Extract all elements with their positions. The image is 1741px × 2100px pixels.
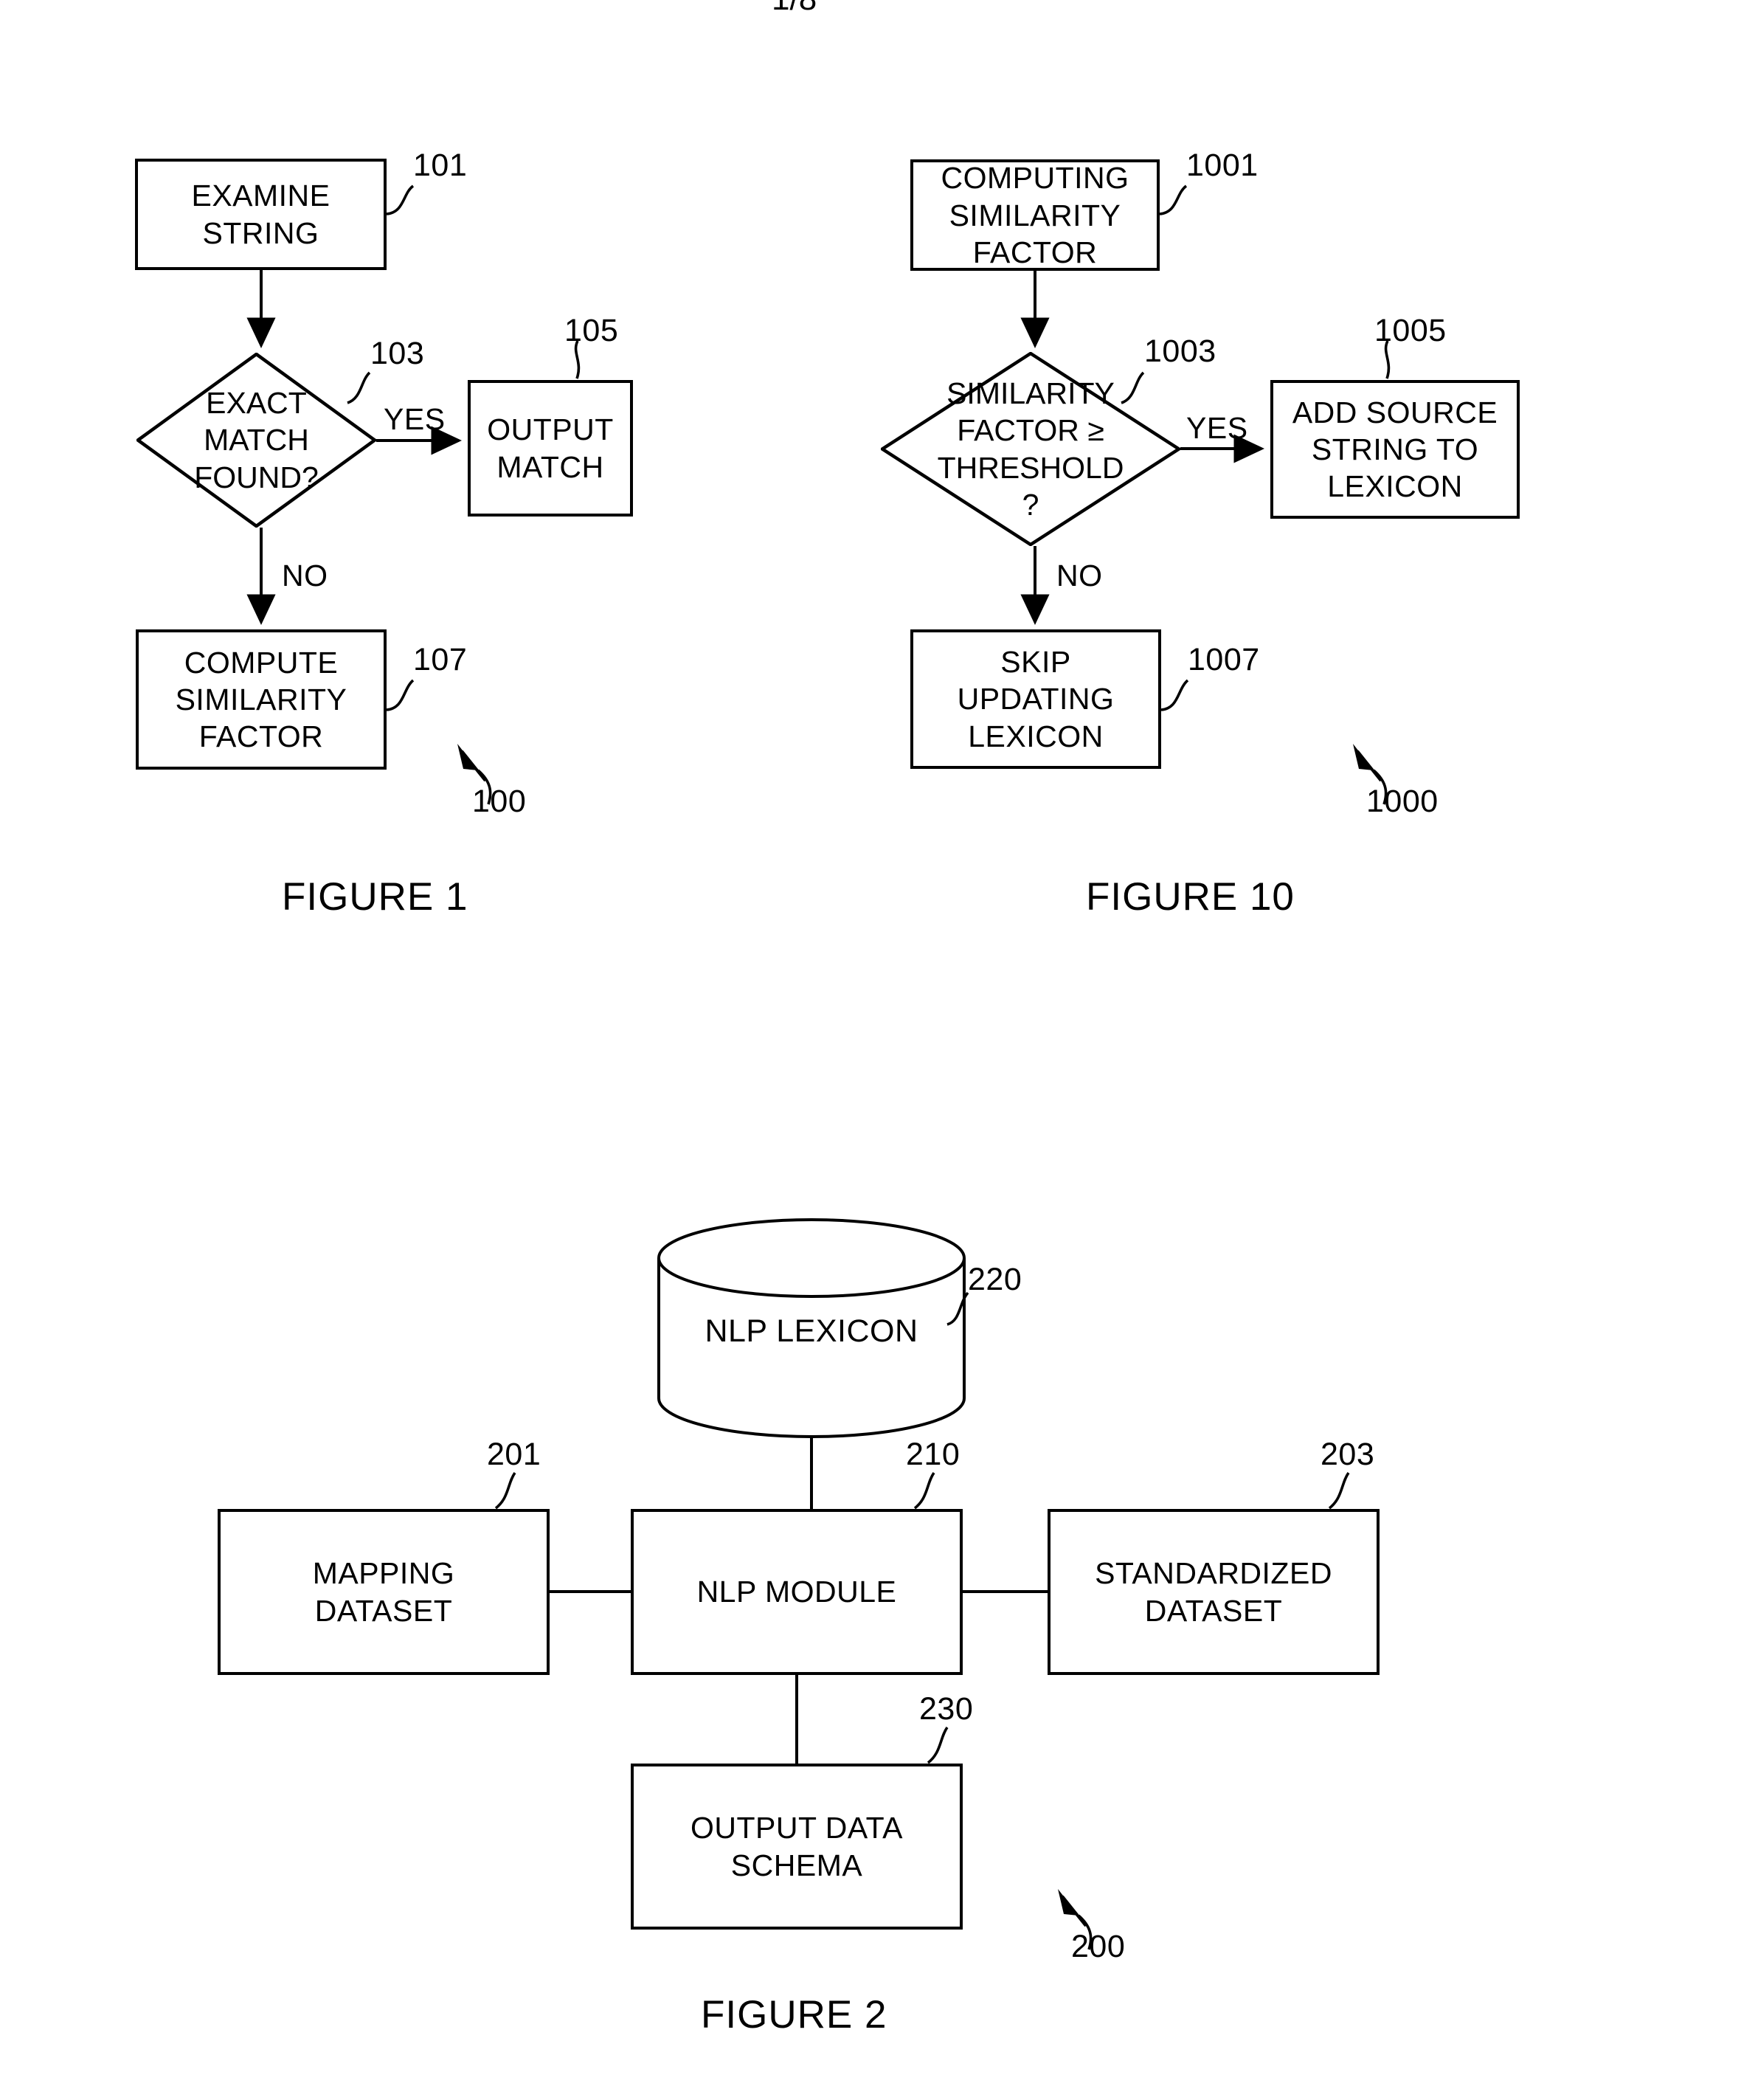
figure-caption-10: FIGURE 10 [1086,875,1295,919]
ref-numeral-203: 203 [1321,1437,1375,1472]
process-node-1001[interactable]: COMPUTING SIMILARITY FACTOR [910,159,1160,271]
node-label-103: EXACT MATCH FOUND? [194,386,319,494]
process-node-210[interactable]: NLP MODULE [631,1509,963,1675]
node-label-1007: SKIP UPDATING LEXICON [957,645,1115,753]
diagram-ref-200: 200 [1071,1929,1126,1964]
process-node-105[interactable]: OUTPUT MATCH [468,380,633,517]
ref-numeral-103: 103 [370,336,425,371]
ref-numeral-1005: 1005 [1374,313,1447,348]
figure-caption-2: FIGURE 2 [701,1993,887,2037]
process-node-201[interactable]: MAPPING DATASET [218,1509,550,1675]
ref-numeral-1007: 1007 [1188,642,1260,677]
process-node-1007[interactable]: SKIP UPDATING LEXICON [910,629,1161,769]
process-node-107[interactable]: COMPUTE SIMILARITY FACTOR [136,629,387,770]
ref-numeral-101: 101 [413,148,468,183]
ref-numeral-201: 201 [487,1437,541,1472]
node-label-230: OUTPUT DATA SCHEMA [690,1811,903,1882]
diagram-ref-100: 100 [472,784,527,819]
decision-node-1003[interactable]: SIMILARITY FACTOR ≥ THRESHOLD ? [879,351,1183,547]
process-node-101[interactable]: EXAMINE STRING [135,159,387,270]
node-label-101: EXAMINE STRING [191,179,330,250]
diagram-ref-1000: 1000 [1366,784,1439,819]
process-node-1005[interactable]: ADD SOURCE STRING TO LEXICON [1270,380,1520,519]
figure-caption-1: FIGURE 1 [282,875,468,919]
node-label-105: OUTPUT MATCH [487,412,614,484]
node-label-210: NLP MODULE [696,1575,897,1609]
node-label-1005: ADD SOURCE STRING TO LEXICON [1292,395,1498,503]
ref-numeral-1001: 1001 [1186,148,1259,183]
node-label-1003: SIMILARITY FACTOR ≥ THRESHOLD ? [937,376,1124,522]
ref-numeral-220: 220 [968,1262,1022,1297]
page-number-header: 1/8 [772,0,817,18]
edge-label-no-fig1: NO [282,559,328,593]
node-label-203: STANDARDIZED DATASET [1095,1556,1332,1628]
patent-drawing-sheet: 1/8 [0,0,1741,2100]
decision-node-103[interactable]: EXACT MATCH FOUND? [135,352,378,528]
node-label-201: MAPPING DATASET [312,1556,455,1628]
node-label-220: NLP LEXICON [705,1313,918,1349]
database-node-220[interactable]: NLP LEXICON [659,1217,964,1437]
edge-label-yes-fig10: YES [1186,411,1248,445]
ref-numeral-107: 107 [413,642,468,677]
edge-label-no-fig10: NO [1056,559,1103,593]
ref-numeral-1003: 1003 [1144,334,1216,369]
process-node-230[interactable]: OUTPUT DATA SCHEMA [631,1764,963,1930]
edge-label-yes-fig1: YES [384,402,446,436]
ref-numeral-230: 230 [919,1691,974,1727]
process-node-203[interactable]: STANDARDIZED DATASET [1048,1509,1380,1675]
ref-numeral-210: 210 [906,1437,961,1472]
node-label-107: COMPUTE SIMILARITY FACTOR [175,645,347,753]
ref-numeral-105: 105 [564,313,619,348]
node-label-1001: COMPUTING SIMILARITY FACTOR [941,161,1129,269]
